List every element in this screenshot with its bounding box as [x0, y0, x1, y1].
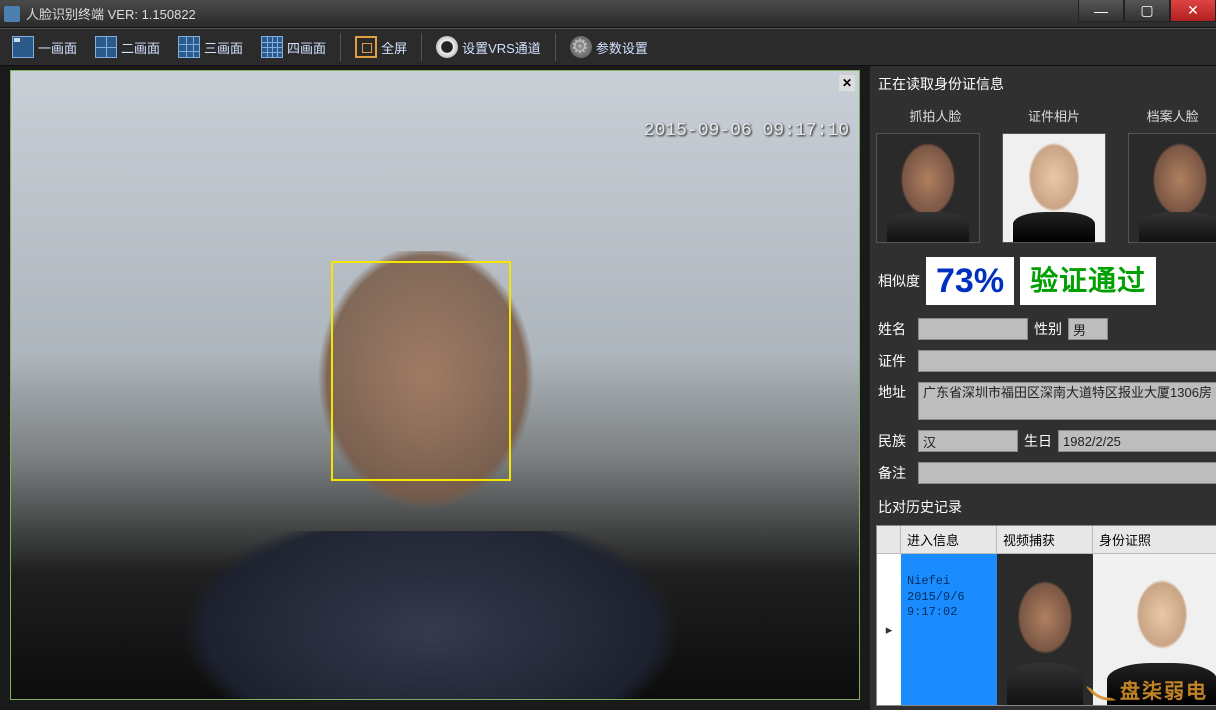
- field-gender[interactable]: [1068, 318, 1108, 340]
- reading-status: 正在读取身份证信息: [876, 70, 1216, 102]
- side-panel: 正在读取身份证信息 抓拍人脸 证件相片 档案人脸 相似度 73% 验证通过 姓名…: [870, 66, 1216, 710]
- captured-face-thumb[interactable]: [876, 133, 980, 243]
- history-id-thumb: [1093, 554, 1216, 705]
- toolbar-divider: [555, 33, 556, 61]
- thumb-row: [876, 129, 1216, 247]
- thumb-labels: 抓拍人脸 证件相片 档案人脸: [876, 106, 1216, 125]
- settings-label: 参数设置: [596, 38, 648, 57]
- face-detection-box: [331, 261, 511, 481]
- col-capture: 视频捕获: [997, 526, 1093, 553]
- thumb-label-idphoto: 证件相片: [1028, 106, 1080, 125]
- field-birth[interactable]: [1058, 430, 1216, 452]
- label-birth: 生日: [1024, 431, 1052, 451]
- fullscreen-icon: [355, 36, 377, 58]
- view-3-label: 三画面: [204, 38, 243, 57]
- gear-icon: [570, 36, 592, 58]
- settings-button[interactable]: 参数设置: [564, 34, 654, 60]
- archive-face-thumb[interactable]: [1128, 133, 1216, 243]
- view-3-button[interactable]: 三画面: [172, 34, 249, 60]
- history-time: 9:17:02: [907, 605, 991, 621]
- history-head: 进入信息 视频捕获 身份证照: [877, 526, 1216, 554]
- video-close-icon[interactable]: ✕: [839, 75, 855, 91]
- toolbar-divider: [340, 33, 341, 61]
- label-id: 证件: [878, 351, 912, 371]
- view-4-label: 四画面: [287, 38, 326, 57]
- video-feed[interactable]: ✕ 2015-09-06 09:17:10: [10, 70, 860, 700]
- grid-1-icon: [12, 36, 34, 58]
- view-2-label: 二画面: [121, 38, 160, 57]
- row-indicator-icon: ▸: [877, 554, 901, 705]
- camera-icon: [436, 36, 458, 58]
- field-nation[interactable]: [918, 430, 1018, 452]
- row-nation: 民族 生日: [876, 427, 1216, 455]
- toolbar-divider: [421, 33, 422, 61]
- label-address: 地址: [878, 382, 912, 402]
- id-photo-thumb[interactable]: [1002, 133, 1106, 243]
- view-1-button[interactable]: 一画面: [6, 34, 83, 60]
- field-id[interactable]: [918, 350, 1216, 372]
- main-area: ✕ 2015-09-06 09:17:10 正在读取身份证信息 抓拍人脸 证件相…: [0, 66, 1216, 710]
- grid-2-icon: [95, 36, 117, 58]
- row-address: 地址 广东省深圳市福田区深南大道特区报业大厦1306房: [876, 379, 1216, 423]
- thumb-label-archive: 档案人脸: [1147, 106, 1199, 125]
- verify-result: 验证通过: [1020, 257, 1156, 305]
- history-row[interactable]: ▸ Niefei 2015/9/6 9:17:02: [877, 554, 1216, 705]
- fullscreen-button[interactable]: 全屏: [349, 34, 413, 60]
- similarity-label: 相似度: [878, 271, 920, 291]
- col-idphoto: 身份证照: [1093, 526, 1216, 553]
- view-4-button[interactable]: 四画面: [255, 34, 332, 60]
- row-remark: 备注: [876, 459, 1216, 487]
- col-info: 进入信息: [901, 526, 997, 553]
- close-button[interactable]: ✕: [1170, 0, 1216, 22]
- window-controls: — ▢ ✕: [1078, 0, 1216, 22]
- label-remark: 备注: [878, 463, 912, 483]
- toolbar: 一画面 二画面 三画面 四画面 全屏 设置VRS通道 参数设置: [0, 28, 1216, 66]
- video-timestamp: 2015-09-06 09:17:10: [644, 121, 849, 141]
- window-titlebar: 人脸识别终端 VER: 1.150822 — ▢ ✕: [0, 0, 1216, 28]
- history-name: Niefei: [907, 574, 991, 590]
- label-name: 姓名: [878, 319, 912, 339]
- history-info-cell: Niefei 2015/9/6 9:17:02: [901, 554, 997, 705]
- history-table: 进入信息 视频捕获 身份证照 ▸ Niefei 2015/9/6 9:17:02: [876, 525, 1216, 706]
- view-2-button[interactable]: 二画面: [89, 34, 166, 60]
- label-gender: 性别: [1034, 319, 1062, 339]
- thumb-label-captured: 抓拍人脸: [909, 106, 961, 125]
- fullscreen-label: 全屏: [381, 38, 407, 57]
- window-title: 人脸识别终端 VER: 1.150822: [26, 4, 196, 23]
- grid-4-icon: [261, 36, 283, 58]
- history-title: 比对历史记录: [876, 491, 1216, 521]
- field-remark[interactable]: [918, 462, 1216, 484]
- app-icon: [4, 6, 20, 22]
- field-address[interactable]: 广东省深圳市福田区深南大道特区报业大厦1306房: [918, 382, 1216, 420]
- maximize-button[interactable]: ▢: [1124, 0, 1170, 22]
- minimize-button[interactable]: —: [1078, 0, 1124, 22]
- person-shoulders: [151, 531, 711, 700]
- row-id: 证件: [876, 347, 1216, 375]
- field-name[interactable]: [918, 318, 1028, 340]
- video-pane: ✕ 2015-09-06 09:17:10: [0, 66, 870, 710]
- grid-3-icon: [178, 36, 200, 58]
- similarity-value: 73%: [926, 257, 1014, 305]
- similarity-row: 相似度 73% 验证通过: [876, 251, 1216, 311]
- label-nation: 民族: [878, 431, 912, 451]
- view-1-label: 一画面: [38, 38, 77, 57]
- vrs-label: 设置VRS通道: [462, 38, 541, 57]
- row-name: 姓名 性别: [876, 315, 1216, 343]
- history-capture-thumb: [997, 554, 1093, 705]
- vrs-button[interactable]: 设置VRS通道: [430, 34, 547, 60]
- history-date: 2015/9/6: [907, 590, 991, 606]
